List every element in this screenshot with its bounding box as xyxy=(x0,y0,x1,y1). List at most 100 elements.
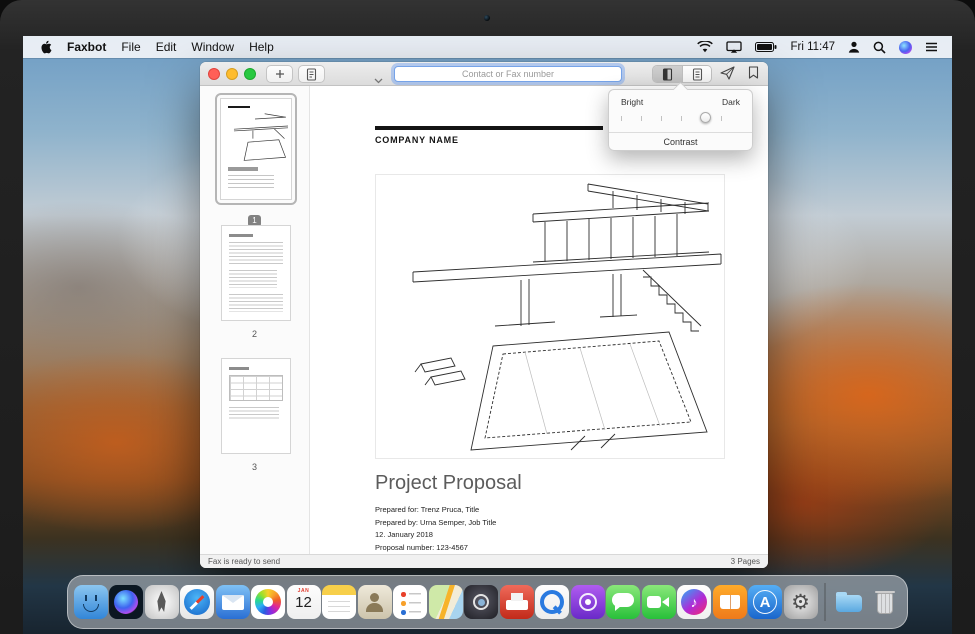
dock-divider xyxy=(824,583,826,621)
display-mirroring-icon[interactable] xyxy=(726,41,742,53)
icon-shape xyxy=(370,593,379,602)
thumb-rule xyxy=(228,106,250,108)
menu-clock[interactable]: Fri 11:47 xyxy=(790,41,835,53)
status-message: Fax is ready to send xyxy=(208,557,280,566)
dock-icon-launchpad[interactable] xyxy=(145,585,179,619)
icon-shape xyxy=(720,595,740,609)
detail-prepared-for: Prepared for: Trenz Pruca, Title xyxy=(375,504,496,517)
page-thumbnail-2[interactable] xyxy=(221,225,291,321)
app-store-glyph: A xyxy=(748,585,782,619)
wifi-icon[interactable] xyxy=(697,41,713,53)
slider-ticks xyxy=(621,116,740,121)
company-name: COMPANY NAME xyxy=(375,135,459,145)
gear-icon: ⚙ xyxy=(784,585,818,619)
thumbnail-sidebar: 1 2 xyxy=(200,86,310,554)
dock-icon-notes[interactable] xyxy=(322,585,356,619)
notification-center-icon[interactable] xyxy=(925,42,938,52)
dock-icon-reminders[interactable] xyxy=(393,585,427,619)
contrast-popover: Bright Dark Contrast xyxy=(608,89,753,151)
icon-shape xyxy=(506,600,528,610)
add-fax-button[interactable] xyxy=(266,65,293,83)
thumb-sketch xyxy=(227,112,289,162)
menu-bar-left: Faxbot File Edit Window Help xyxy=(23,40,274,54)
original-view-button[interactable] xyxy=(682,66,711,82)
dock-icon-safari[interactable] xyxy=(180,585,214,619)
battery-icon[interactable] xyxy=(755,42,777,52)
dock-icon-photo-booth[interactable] xyxy=(464,585,498,619)
bookmark-button[interactable] xyxy=(748,66,759,79)
icon-shape xyxy=(473,594,489,610)
desktop: Faxbot File Edit Window Help Fri 11:47 xyxy=(23,36,952,634)
icon-shape xyxy=(437,585,455,619)
page-count: 3 Pages xyxy=(731,557,760,566)
camera-dot xyxy=(484,15,490,21)
minimize-button[interactable] xyxy=(226,68,238,80)
slider-knob[interactable] xyxy=(700,112,711,123)
display-bezel: Faxbot File Edit Window Help Fri 11:47 xyxy=(0,0,975,634)
menu-file[interactable]: File xyxy=(121,40,140,54)
user-icon[interactable] xyxy=(848,41,860,53)
architecture-sketch xyxy=(375,174,725,459)
dock-icon-messages[interactable] xyxy=(606,585,640,619)
menu-window[interactable]: Window xyxy=(191,40,234,54)
dock-icon-calendar[interactable]: JAN 12 xyxy=(287,585,321,619)
fax-number-input[interactable] xyxy=(394,66,622,82)
icon-shape xyxy=(401,592,406,597)
icon-shape xyxy=(877,593,893,614)
bright-label: Bright xyxy=(621,97,643,107)
music-note-glyph: ♪ xyxy=(677,585,711,619)
contrast-filter-button[interactable] xyxy=(653,66,682,82)
dock-icon-system-preferences[interactable]: ⚙ xyxy=(784,585,818,619)
dock-icon-quicktime[interactable] xyxy=(535,585,569,619)
thumbnail-1-page xyxy=(220,98,292,200)
menu-bar-right: Fri 11:47 xyxy=(697,41,952,54)
page-thumbnail-1[interactable] xyxy=(215,93,297,205)
document-details: Prepared for: Trenz Pruca, Title Prepare… xyxy=(375,504,496,554)
contrast-slider[interactable] xyxy=(621,112,740,124)
dock-icon-downloads-folder[interactable] xyxy=(832,585,866,619)
dock-icon-facetime[interactable] xyxy=(642,585,676,619)
status-bar: Fax is ready to send 3 Pages xyxy=(200,554,768,568)
page-2-label: 2 xyxy=(200,329,309,339)
dock-icon-podcasts[interactable] xyxy=(571,585,605,619)
dark-label: Dark xyxy=(722,97,740,107)
dock-icon-app-store[interactable]: A xyxy=(748,585,782,619)
thumb-title-line xyxy=(228,167,258,171)
dock-icon-trash[interactable] xyxy=(868,585,902,619)
dock-icon-mail[interactable] xyxy=(216,585,250,619)
popover-divider xyxy=(609,132,752,133)
popover-labels: Bright Dark xyxy=(621,97,740,107)
thumbnail-2-page xyxy=(221,225,291,321)
dock-icon-itunes[interactable]: ♪ xyxy=(677,585,711,619)
send-fax-button[interactable] xyxy=(720,66,735,80)
window-toolbar xyxy=(200,62,768,86)
dock-icon-siri[interactable] xyxy=(109,585,143,619)
menu-bar: Faxbot File Edit Window Help Fri 11:47 xyxy=(23,36,952,58)
page-thumbnail-3[interactable] xyxy=(221,358,291,454)
icon-shape xyxy=(328,601,350,614)
icon-shape xyxy=(647,596,661,608)
menu-help[interactable]: Help xyxy=(249,40,274,54)
zoom-button[interactable] xyxy=(244,68,256,80)
dock-icon-contacts[interactable] xyxy=(358,585,392,619)
menu-app-name[interactable]: Faxbot xyxy=(67,40,106,54)
apple-menu-icon[interactable] xyxy=(41,40,52,54)
icon-shape xyxy=(114,590,138,614)
dock: JAN 12 ♪ A ⚙ xyxy=(67,575,908,629)
detail-date: 12. January 2018 xyxy=(375,529,496,542)
dock-icon-maps[interactable] xyxy=(429,585,463,619)
spotlight-search-icon[interactable] xyxy=(873,41,886,54)
detail-prepared-by: Prepared by: Urna Semper, Job Title xyxy=(375,517,496,530)
filter-segmented-control xyxy=(652,65,712,83)
faxbot-window: 1 2 xyxy=(200,62,768,568)
close-button[interactable] xyxy=(208,68,220,80)
menu-edit[interactable]: Edit xyxy=(156,40,177,54)
dock-icon-books[interactable] xyxy=(713,585,747,619)
page-view-button[interactable] xyxy=(298,65,325,83)
company-rule xyxy=(375,126,603,130)
siri-icon[interactable] xyxy=(899,41,912,54)
thumbnail-3-page xyxy=(221,358,291,454)
dock-icon-finder[interactable] xyxy=(74,585,108,619)
dock-icon-faxbot[interactable] xyxy=(500,585,534,619)
dock-icon-photos[interactable] xyxy=(251,585,285,619)
